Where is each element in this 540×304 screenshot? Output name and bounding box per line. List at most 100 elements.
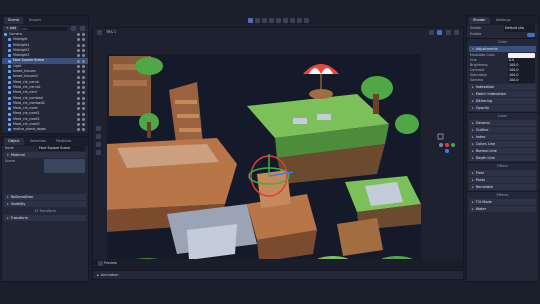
- camera-icon[interactable]: [96, 126, 101, 131]
- move-icon[interactable]: [254, 17, 260, 23]
- lock-icon[interactable]: [82, 59, 85, 63]
- visibility-icon[interactable]: [77, 43, 80, 47]
- list-icon[interactable]: [275, 17, 281, 23]
- light-icon[interactable]: [96, 142, 101, 147]
- tab-shader[interactable]: Shader: [469, 17, 490, 24]
- section-material[interactable]: ▾ Material: [4, 152, 86, 158]
- rotate-icon[interactable]: [261, 17, 267, 23]
- visibility-icon[interactable]: [77, 96, 80, 100]
- visibility-icon[interactable]: [77, 33, 80, 37]
- shader-section[interactable]: ▸ Remoldze: [469, 184, 536, 190]
- shader-section[interactable]: ▸ Posts: [469, 177, 536, 183]
- lock-icon[interactable]: [82, 38, 85, 42]
- lock-icon[interactable]: [82, 102, 85, 105]
- tab-import[interactable]: Import: [25, 17, 45, 24]
- tab-scene[interactable]: Scene: [4, 17, 23, 24]
- lock-icon[interactable]: [82, 43, 85, 47]
- lock-icon[interactable]: [82, 117, 85, 121]
- visibility-icon[interactable]: [77, 128, 80, 132]
- hand-icon[interactable]: [96, 150, 101, 155]
- shader-section[interactable]: ▸ Indexation: [469, 84, 536, 90]
- add-node-button[interactable]: + Add: [4, 26, 19, 31]
- shader-section[interactable]: ▸ Match Indexation: [469, 91, 536, 97]
- visibility-icon[interactable]: [77, 112, 80, 116]
- adjustment-value[interactable]: 100.0: [508, 78, 535, 83]
- shader-section[interactable]: ▸ Depth Line: [469, 155, 536, 161]
- visibility-icon[interactable]: [77, 70, 80, 74]
- grid-icon[interactable]: [96, 134, 101, 139]
- visibility-icon[interactable]: [77, 102, 80, 105]
- lock-icon[interactable]: [82, 80, 85, 84]
- shader-section[interactable]: ▸ Water: [469, 206, 536, 212]
- visibility-icon[interactable]: [77, 64, 80, 68]
- lock-icon[interactable]: [82, 123, 85, 127]
- search-icon[interactable]: [80, 26, 85, 31]
- chevron-up-icon[interactable]: ▴: [97, 273, 99, 277]
- section-transform[interactable]: ▸ Transform: [4, 215, 86, 221]
- lock-icon[interactable]: [82, 91, 85, 95]
- lock-icon[interactable]: [82, 33, 85, 37]
- section-adjustments[interactable]: ▾ Adjustments: [469, 46, 536, 52]
- shader-section[interactable]: ▸ Outline: [469, 127, 536, 133]
- shader-section[interactable]: ▸ Normal Line: [469, 148, 536, 154]
- scene-render[interactable]: [107, 54, 421, 268]
- tab-selection[interactable]: Selection: [26, 138, 51, 145]
- animation-tab[interactable]: Animation: [101, 273, 119, 277]
- lock-icon[interactable]: [82, 75, 85, 79]
- shader-select[interactable]: Default sha: [504, 25, 535, 32]
- visibility-icon[interactable]: [77, 49, 80, 53]
- scene-tree-node[interactable]: mattra_stand_doost: [2, 127, 88, 132]
- lock-icon[interactable]: [282, 17, 288, 23]
- lock-icon[interactable]: [82, 112, 85, 116]
- tab-particles[interactable]: Particles: [52, 138, 75, 145]
- lock-icon[interactable]: [82, 70, 85, 74]
- tab-object[interactable]: Object: [4, 138, 24, 145]
- paint-icon[interactable]: [296, 17, 302, 23]
- lock-icon[interactable]: [82, 107, 85, 111]
- camera-icon[interactable]: [437, 29, 443, 35]
- menu-icon[interactable]: [97, 29, 102, 35]
- enable-toggle[interactable]: [527, 32, 535, 37]
- visibility-icon[interactable]: [77, 91, 80, 95]
- grid-icon[interactable]: [429, 29, 435, 35]
- scene-field-value[interactable]: [44, 159, 85, 173]
- shader-section[interactable]: ▸ Pixel: [469, 170, 536, 176]
- visibility-icon[interactable]: [77, 117, 80, 121]
- lock-icon[interactable]: [82, 96, 85, 100]
- shader-section[interactable]: ▸ General: [469, 120, 536, 126]
- draw-icon[interactable]: [303, 17, 309, 23]
- link-icon[interactable]: [71, 26, 76, 31]
- snap-icon[interactable]: [289, 17, 295, 23]
- section-rosemastan[interactable]: ▸ RoSemaStan: [4, 194, 86, 200]
- lock-icon[interactable]: [82, 64, 85, 68]
- shader-section[interactable]: ▸ Opacity: [469, 105, 536, 111]
- visibility-icon[interactable]: [77, 54, 80, 58]
- visibility-icon[interactable]: [77, 123, 80, 127]
- tab-settings[interactable]: Settings: [492, 17, 515, 24]
- shader-section[interactable]: ▸ Tilt Mode: [469, 199, 536, 205]
- preview-icon[interactable]: [98, 260, 103, 266]
- visibility-icon[interactable]: [77, 86, 80, 90]
- view-icon[interactable]: [445, 29, 451, 35]
- axis-gizmo[interactable]: [437, 133, 457, 155]
- shader-section[interactable]: ▸ Dithering: [469, 98, 536, 104]
- node-value[interactable]: Face Square Scene: [38, 146, 85, 151]
- visibility-icon[interactable]: [77, 75, 80, 79]
- lock-icon[interactable]: [82, 49, 85, 53]
- lock-icon[interactable]: [82, 86, 85, 90]
- visibility-icon[interactable]: [77, 59, 80, 63]
- section-visibility[interactable]: ▸ Visibility: [4, 201, 86, 207]
- visibility-icon[interactable]: [77, 107, 80, 111]
- shader-section[interactable]: ▸ Index: [469, 134, 536, 140]
- view-label[interactable]: TRS 1: [106, 30, 116, 34]
- visibility-icon[interactable]: [77, 80, 80, 84]
- visibility-icon[interactable]: [77, 38, 80, 42]
- shader-section[interactable]: ▸ Colors Line: [469, 141, 536, 147]
- lock-icon[interactable]: [82, 54, 85, 58]
- settings-icon[interactable]: [454, 29, 459, 35]
- scene-filter-input[interactable]: [20, 26, 68, 31]
- preview-label[interactable]: Preview: [104, 261, 117, 265]
- scale-icon[interactable]: [268, 17, 274, 23]
- viewport[interactable]: TRS 1 Preview: [92, 27, 464, 268]
- lock-icon[interactable]: [82, 128, 85, 132]
